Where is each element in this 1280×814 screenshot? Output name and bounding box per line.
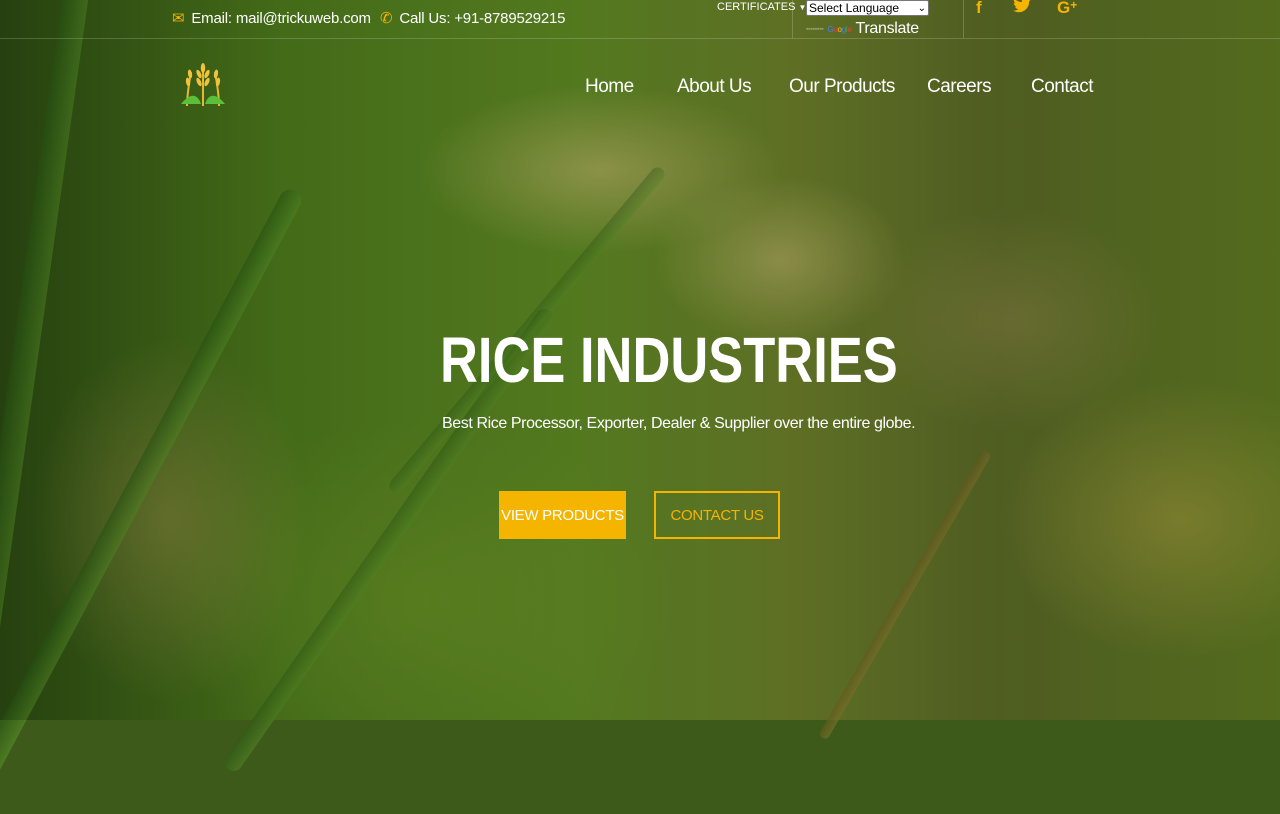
- nav-contact[interactable]: Contact: [1031, 76, 1093, 98]
- google-translate-widget: Select Language ⌄ ▪▪▪▪▪▪▪▪ Google Transl…: [806, 0, 929, 38]
- nav-our-products[interactable]: Our Products: [789, 76, 895, 98]
- top-bar: ✉ Email: mail@trickuweb.com ✆ Call Us: +…: [0, 0, 1280, 39]
- translate-link[interactable]: Translate: [856, 20, 920, 38]
- facebook-icon[interactable]: f: [976, 0, 982, 18]
- phone-contact[interactable]: ✆ Call Us: +91-8789529215: [380, 9, 566, 28]
- hero-title: RICE INDUSTRIES: [440, 324, 898, 396]
- divider: [792, 0, 793, 38]
- nav-home[interactable]: Home: [585, 76, 634, 98]
- divider: [963, 0, 964, 38]
- contact-us-button[interactable]: CONTACT US: [654, 491, 780, 539]
- twitter-icon[interactable]: [1013, 0, 1031, 18]
- google-logo-text: Google: [827, 24, 852, 34]
- powered-by-google: ▪▪▪▪▪▪▪▪ Google Translate: [806, 20, 929, 38]
- powered-by-text: ▪▪▪▪▪▪▪▪: [806, 25, 824, 33]
- phone-text: Call Us: +91-8789529215: [399, 9, 566, 27]
- google-plus-icon[interactable]: G+: [1057, 0, 1077, 18]
- email-contact[interactable]: ✉ Email: mail@trickuweb.com: [172, 9, 371, 28]
- email-text: Email: mail@trickuweb.com: [191, 9, 371, 27]
- certificates-label: CERTIFICATES: [717, 1, 796, 13]
- view-products-button[interactable]: VIEW PRODUCTS: [499, 491, 626, 539]
- wheat-logo-icon[interactable]: [177, 58, 229, 110]
- phone-icon: ✆: [380, 10, 393, 27]
- nav-about-us[interactable]: About Us: [677, 76, 752, 98]
- envelope-icon: ✉: [172, 10, 185, 27]
- chevron-down-icon: ⌄: [917, 2, 926, 14]
- language-select[interactable]: Select Language ⌄: [806, 0, 929, 16]
- nav-careers[interactable]: Careers: [927, 76, 992, 98]
- hero-subtitle: Best Rice Processor, Exporter, Dealer & …: [442, 415, 916, 432]
- language-select-value: Select Language: [809, 1, 900, 15]
